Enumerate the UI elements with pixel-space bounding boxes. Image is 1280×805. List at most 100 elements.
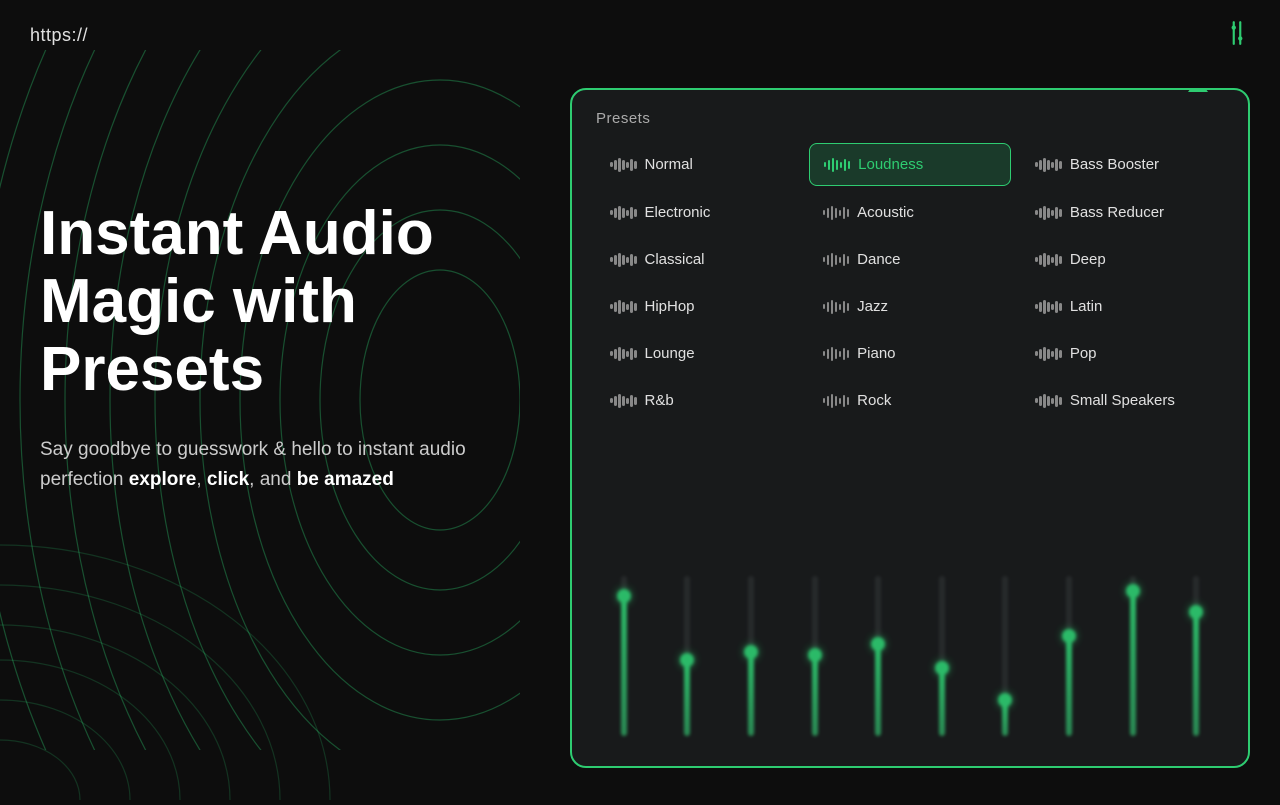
preset-label-rnb: R&b [645,392,674,409]
waveform-icon [823,393,850,409]
waveform-icon [610,252,637,268]
eq-bar-4[interactable] [864,576,892,766]
subtitle-bold1: explore [129,469,197,490]
topbar: https:// [0,0,1280,70]
eq-track-3 [812,576,818,736]
preset-label-loudness: Loudness [858,156,923,173]
eq-knob-1[interactable] [680,653,694,667]
eq-fill-0 [621,600,627,736]
preset-item-rnb[interactable]: R&b [596,380,799,421]
eq-fill-1 [684,664,690,736]
eq-knob-3[interactable] [808,648,822,662]
preset-item-lounge[interactable]: Lounge [596,333,799,374]
preset-item-electronic[interactable]: Electronic [596,192,799,233]
adjustments-icon[interactable] [1224,20,1250,51]
eq-fill-2 [748,656,754,736]
preset-label-piano: Piano [857,345,895,362]
preset-label-latin: Latin [1070,298,1103,315]
waveform-icon [1035,205,1062,221]
eq-track-1 [684,576,690,736]
eq-knob-2[interactable] [744,645,758,659]
eq-track-5 [939,576,945,736]
eq-bar-6[interactable] [991,576,1019,766]
preset-label-deep: Deep [1070,251,1106,268]
waveform-icon [610,205,637,221]
eq-track-2 [748,576,754,736]
decorative-arcs-bottom [0,500,400,800]
subtitle-sep2: , and [249,469,297,490]
preset-label-hiphop: HipHop [645,298,695,315]
preset-item-jazz[interactable]: Jazz [809,286,1012,327]
eq-bar-0[interactable] [610,576,638,766]
preset-item-acoustic[interactable]: Acoustic [809,192,1012,233]
waveform-icon [1035,393,1062,409]
preset-label-normal: Normal [645,156,693,173]
eq-fill-4 [875,648,881,736]
preset-label-classical: Classical [645,251,705,268]
eq-bar-7[interactable] [1055,576,1083,766]
eq-bar-8[interactable] [1119,576,1147,766]
preset-item-bass-booster[interactable]: Bass Booster [1021,143,1224,186]
presets-title: Presets [596,110,1224,127]
eq-knob-9[interactable] [1189,605,1203,619]
eq-bar-3[interactable] [801,576,829,766]
waveform-icon [823,346,850,362]
presets-grid: Normal Loudness Bass Booster Electronic Acou… [596,143,1224,421]
eq-bar-9[interactable] [1182,576,1210,766]
subtitle-bold2: click [207,469,249,490]
waveform-icon [610,299,637,315]
eq-track-7 [1066,576,1072,736]
preset-item-pop[interactable]: Pop [1021,333,1224,374]
eq-bar-5[interactable] [928,576,956,766]
preset-item-classical[interactable]: Classical [596,239,799,280]
subtitle: Say goodbye to guesswork & hello to inst… [40,435,530,496]
subtitle-sep1: , [196,469,207,490]
eq-knob-4[interactable] [871,637,885,651]
waveform-icon [824,157,851,173]
eq-bars-area [572,546,1248,766]
eq-knob-0[interactable] [617,589,631,603]
preset-label-dance: Dance [857,251,900,268]
presets-panel: Presets Normal Loudness Bass Booster Electr… [570,88,1250,768]
waveform-icon [610,157,637,173]
eq-track-8 [1130,576,1136,736]
preset-item-latin[interactable]: Latin [1021,286,1224,327]
preset-item-bass-reducer[interactable]: Bass Reducer [1021,192,1224,233]
waveform-icon [1035,252,1062,268]
eq-fill-6 [1002,704,1008,736]
preset-label-jazz: Jazz [857,298,888,315]
eq-knob-8[interactable] [1126,584,1140,598]
waveform-icon [1035,346,1062,362]
subtitle-bold3: be amazed [297,469,394,490]
eq-bar-1[interactable] [673,576,701,766]
preset-item-loudness[interactable]: Loudness [809,143,1012,186]
preset-label-lounge: Lounge [645,345,695,362]
waveform-icon [610,393,637,409]
waveform-icon [823,299,850,315]
preset-item-dance[interactable]: Dance [809,239,1012,280]
eq-knob-6[interactable] [998,693,1012,707]
preset-item-normal[interactable]: Normal [596,143,799,186]
left-content: Instant Audio Magic with Presets Say goo… [40,200,530,495]
preset-item-piano[interactable]: Piano [809,333,1012,374]
preset-item-hiphop[interactable]: HipHop [596,286,799,327]
waveform-icon [1035,299,1062,315]
preset-item-rock[interactable]: Rock [809,380,1012,421]
eq-knob-7[interactable] [1062,629,1076,643]
waveform-icon [823,205,850,221]
preset-label-rock: Rock [857,392,891,409]
eq-fill-5 [939,672,945,736]
eq-fill-9 [1193,616,1199,736]
preset-item-deep[interactable]: Deep [1021,239,1224,280]
preset-label-pop: Pop [1070,345,1097,362]
eq-track-6 [1002,576,1008,736]
preset-item-small-speakers[interactable]: Small Speakers [1021,380,1224,421]
eq-bar-2[interactable] [737,576,765,766]
eq-knob-5[interactable] [935,661,949,675]
eq-track-4 [875,576,881,736]
eq-fill-7 [1066,640,1072,736]
eq-fill-8 [1130,595,1136,736]
url-display: https:// [30,25,88,46]
preset-label-electronic: Electronic [645,204,711,221]
preset-label-bass-booster: Bass Booster [1070,156,1159,173]
